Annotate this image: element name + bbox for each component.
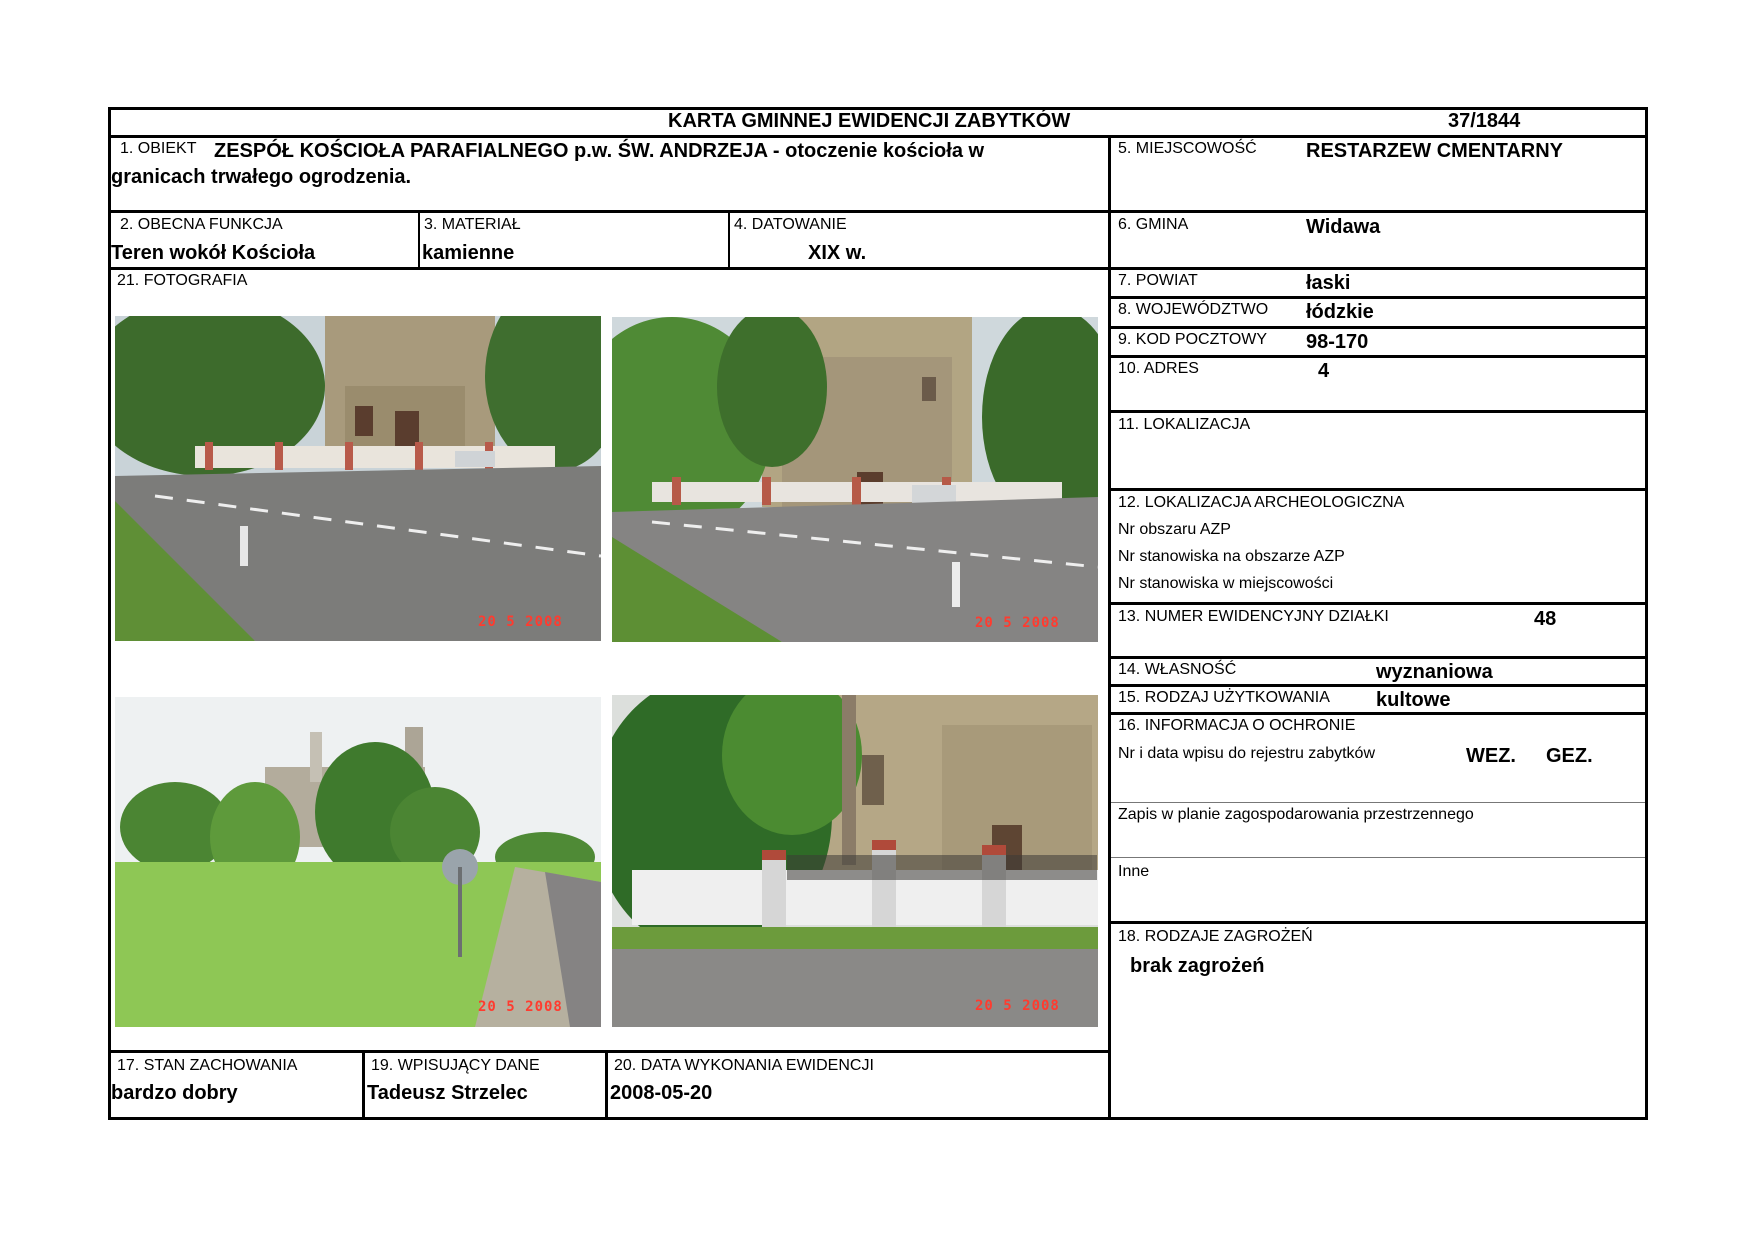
photo-meadow-church: 20 5 2008 bbox=[115, 697, 601, 1027]
wpisujacy-value: Tadeusz Strzelec bbox=[367, 1082, 528, 1104]
photo-church-wall: 20 5 2008 bbox=[612, 695, 1098, 1027]
photo-3-datestamp: 20 5 2008 bbox=[478, 999, 563, 1015]
col-divider-b bbox=[728, 210, 730, 267]
adres-value: 4 bbox=[1318, 360, 1330, 382]
obiekt-value-line2: granicach trwałego ogrodzenia. bbox=[111, 166, 412, 188]
material-value: kamienne bbox=[422, 242, 515, 264]
archeo-stanowisko-azp: Nr stanowiska na obszarze AZP bbox=[1118, 548, 1345, 565]
r-div-2 bbox=[1108, 267, 1648, 270]
datowanie-value: XIX w. bbox=[808, 242, 867, 264]
lokalizacja-label: 11. LOKALIZACJA bbox=[1118, 416, 1251, 433]
photo-church-road-1: 20 5 2008 bbox=[115, 316, 601, 641]
wojewodztwo-value: łódzkie bbox=[1306, 301, 1374, 323]
r-div-11 bbox=[1108, 712, 1648, 715]
col-divider-c bbox=[362, 1050, 365, 1120]
record-number: 37/1844 bbox=[1448, 110, 1521, 132]
col-divider-d bbox=[605, 1050, 608, 1120]
stan-label: 17. STAN ZACHOWANIA bbox=[117, 1057, 298, 1074]
stan-value: bardzo dobry bbox=[111, 1082, 238, 1104]
card-title: KARTA GMINNEJ EWIDENCJI ZABYTKÓW bbox=[668, 110, 1071, 132]
photo-church-road-1-image bbox=[115, 316, 601, 641]
powiat-value: łaski bbox=[1306, 272, 1351, 294]
archeo-label: 12. LOKALIZACJA ARCHEOLOGICZNA bbox=[1118, 494, 1405, 511]
obiekt-label: 1. OBIEKT bbox=[120, 140, 197, 157]
dzialka-value: 48 bbox=[1534, 608, 1557, 630]
miejscowosc-value: RESTARZEW CMENTARNY bbox=[1306, 140, 1564, 162]
r-div-8 bbox=[1108, 602, 1648, 605]
adres-label: 10. ADRES bbox=[1118, 360, 1199, 377]
r-div-12 bbox=[1108, 921, 1648, 924]
col-divider-a bbox=[418, 210, 420, 267]
r-div-10 bbox=[1108, 684, 1648, 687]
ochrona-gez: GEZ. bbox=[1546, 745, 1593, 767]
data-ewidencji-value: 2008-05-20 bbox=[610, 1082, 713, 1104]
r-thin-div-1 bbox=[1111, 802, 1645, 803]
powiat-label: 7. POWIAT bbox=[1118, 272, 1198, 289]
header-divider bbox=[108, 135, 1648, 138]
r-thin-div-2 bbox=[1111, 857, 1645, 858]
r-div-7 bbox=[1108, 488, 1648, 491]
photo-meadow-church-image bbox=[115, 697, 601, 1027]
row-divider-1 bbox=[108, 210, 1111, 213]
wlasnosc-label: 14. WŁASNOŚĆ bbox=[1118, 661, 1237, 678]
uzytkowanie-label: 15. RODZAJ UŻYTKOWANIA bbox=[1118, 689, 1330, 706]
material-label: 3. MATERIAŁ bbox=[424, 216, 521, 233]
ochrona-plan: Zapis w planie zagospodarowania przestrz… bbox=[1118, 806, 1474, 823]
dzialka-label: 13. NUMER EWIDENCYJNY DZIAŁKI bbox=[1118, 608, 1389, 625]
ochrona-wez: WEZ. bbox=[1466, 745, 1516, 767]
r-div-4 bbox=[1108, 326, 1648, 329]
gmina-label: 6. GMINA bbox=[1118, 216, 1189, 233]
wojewodztwo-label: 8. WOJEWÓDZTWO bbox=[1118, 301, 1269, 318]
photo-4-datestamp: 20 5 2008 bbox=[975, 998, 1060, 1014]
gmina-value: Widawa bbox=[1306, 216, 1381, 238]
funkcja-value: Teren wokół Kościoła bbox=[111, 242, 316, 264]
heritage-record-card: KARTA GMINNEJ EWIDENCJI ZABYTKÓW 37/1844… bbox=[108, 107, 1648, 1120]
photo-church-road-2-image bbox=[612, 317, 1098, 642]
r-div-9 bbox=[1108, 656, 1648, 659]
archeo-stanowisko-miejscowosc: Nr stanowiska w miejscowości bbox=[1118, 575, 1334, 592]
ochrona-inne: Inne bbox=[1118, 863, 1150, 880]
uzytkowanie-value: kultowe bbox=[1376, 689, 1451, 711]
photo-1-datestamp: 20 5 2008 bbox=[478, 614, 563, 630]
zagrozenia-label: 18. RODZAJE ZAGROŻEŃ bbox=[1118, 928, 1313, 945]
wlasnosc-value: wyznaniowa bbox=[1376, 661, 1493, 683]
zagrozenia-value: brak zagrożeń bbox=[1130, 955, 1265, 977]
fotografia-label: 21. FOTOGRAFIA bbox=[117, 272, 248, 289]
kod-pocztowy-label: 9. KOD POCZTOWY bbox=[1118, 331, 1268, 348]
row-divider-3 bbox=[108, 1050, 1111, 1053]
ochrona-rejestr: Nr i data wpisu do rejestru zabytków bbox=[1118, 745, 1375, 762]
archeo-obszar: Nr obszaru AZP bbox=[1118, 521, 1231, 538]
r-div-1 bbox=[1108, 210, 1648, 213]
photo-church-road-2: 20 5 2008 bbox=[612, 317, 1098, 642]
kod-pocztowy-value: 98-170 bbox=[1306, 331, 1369, 353]
r-div-3 bbox=[1108, 296, 1648, 299]
miejscowosc-label: 5. MIEJSCOWOŚĆ bbox=[1118, 140, 1257, 157]
funkcja-label: 2. OBECNA FUNKCJA bbox=[120, 216, 283, 233]
r-div-5 bbox=[1108, 355, 1648, 358]
r-div-6 bbox=[1108, 410, 1648, 413]
wpisujacy-label: 19. WPISUJĄCY DANE bbox=[371, 1057, 540, 1074]
border-bottom bbox=[108, 1117, 1648, 1120]
border-right bbox=[1645, 107, 1648, 1120]
datowanie-label: 4. DATOWANIE bbox=[734, 216, 847, 233]
column-divider bbox=[1108, 135, 1111, 1120]
photo-church-wall-image bbox=[612, 695, 1098, 1027]
data-ewidencji-label: 20. DATA WYKONANIA EWIDENCJI bbox=[614, 1057, 874, 1074]
ochrona-label: 16. INFORMACJA O OCHRONIE bbox=[1118, 717, 1356, 734]
photo-2-datestamp: 20 5 2008 bbox=[975, 615, 1060, 631]
row-divider-2 bbox=[108, 267, 1111, 270]
obiekt-value-line1: ZESPÓŁ KOŚCIOŁA PARAFIALNEGO p.w. ŚW. AN… bbox=[214, 140, 985, 162]
